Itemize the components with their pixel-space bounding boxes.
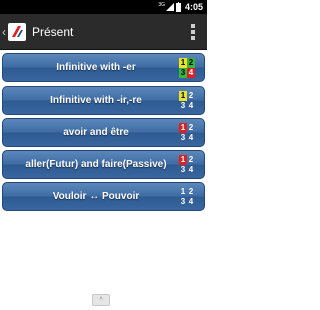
progress-cell: 2 xyxy=(187,57,195,68)
network-type: 3G xyxy=(158,2,165,8)
progress-cell: 4 xyxy=(188,132,194,142)
status-bar: 3G 4:05 xyxy=(0,0,207,14)
menu-item-label: Infinitive with -ir,-re xyxy=(50,95,142,106)
progress-cell: 2 xyxy=(188,186,194,196)
progress-grid: 1 2 3 4 xyxy=(179,90,195,111)
clock: 4:05 xyxy=(184,2,203,12)
menu-item-vouloir-pouvoir[interactable]: Vouloir ↔ Pouvoir 1 2 3 4 xyxy=(2,182,205,211)
progress-cell: 4 xyxy=(188,196,194,206)
app-logo-icon[interactable] xyxy=(8,22,26,41)
progress-cell: 3 xyxy=(180,196,186,206)
progress-cell: 3 xyxy=(180,100,186,110)
menu-item-label: aller(Futur) and faire(Passive) xyxy=(25,159,167,170)
progress-grid: 1 2 3 4 xyxy=(179,57,195,78)
menu-item-infinitive-er[interactable]: Infinitive with -er 1 2 3 4 xyxy=(2,53,205,82)
progress-grid: 1 2 3 4 xyxy=(179,122,195,143)
progress-cell: 2 xyxy=(188,122,194,132)
expand-handle[interactable]: ^ xyxy=(92,294,110,306)
progress-cell: 4 xyxy=(187,67,195,78)
progress-cell: 3 xyxy=(180,132,186,142)
back-icon[interactable]: ‹ xyxy=(2,25,6,39)
menu-item-avoir-etre[interactable]: avoir and être 1 2 3 4 xyxy=(2,118,205,147)
progress-cell: 2 xyxy=(188,154,194,164)
signal-icon xyxy=(165,3,174,11)
page-title: Présent xyxy=(32,24,74,39)
progress-cell: 4 xyxy=(188,100,194,110)
action-bar: ‹ Présent xyxy=(0,14,207,50)
progress-cell: 4 xyxy=(188,164,194,174)
progress-grid: 1 2 3 4 xyxy=(179,187,195,207)
progress-cell: 1 xyxy=(179,122,187,133)
menu-item-label: avoir and être xyxy=(63,127,129,138)
battery-icon xyxy=(175,1,181,12)
progress-cell: 1 xyxy=(179,154,187,165)
progress-cell: 1 xyxy=(179,90,187,101)
menu-item-infinitive-ir-re[interactable]: Infinitive with -ir,-re 1 2 3 4 xyxy=(2,86,205,115)
progress-grid: 1 2 3 4 xyxy=(179,154,195,175)
overflow-menu-icon[interactable] xyxy=(191,23,195,40)
progress-cell: 1 xyxy=(179,57,187,68)
menu-item-label: Vouloir ↔ Pouvoir xyxy=(52,191,140,202)
progress-cell: 1 xyxy=(180,186,186,196)
progress-cell: 2 xyxy=(188,90,194,100)
menu-item-aller-faire[interactable]: aller(Futur) and faire(Passive) 1 2 3 4 xyxy=(2,150,205,179)
progress-cell: 3 xyxy=(180,164,186,174)
progress-cell: 3 xyxy=(179,67,187,78)
menu-item-label: Infinitive with -er xyxy=(56,62,136,73)
chevron-up-icon: ^ xyxy=(99,296,103,304)
